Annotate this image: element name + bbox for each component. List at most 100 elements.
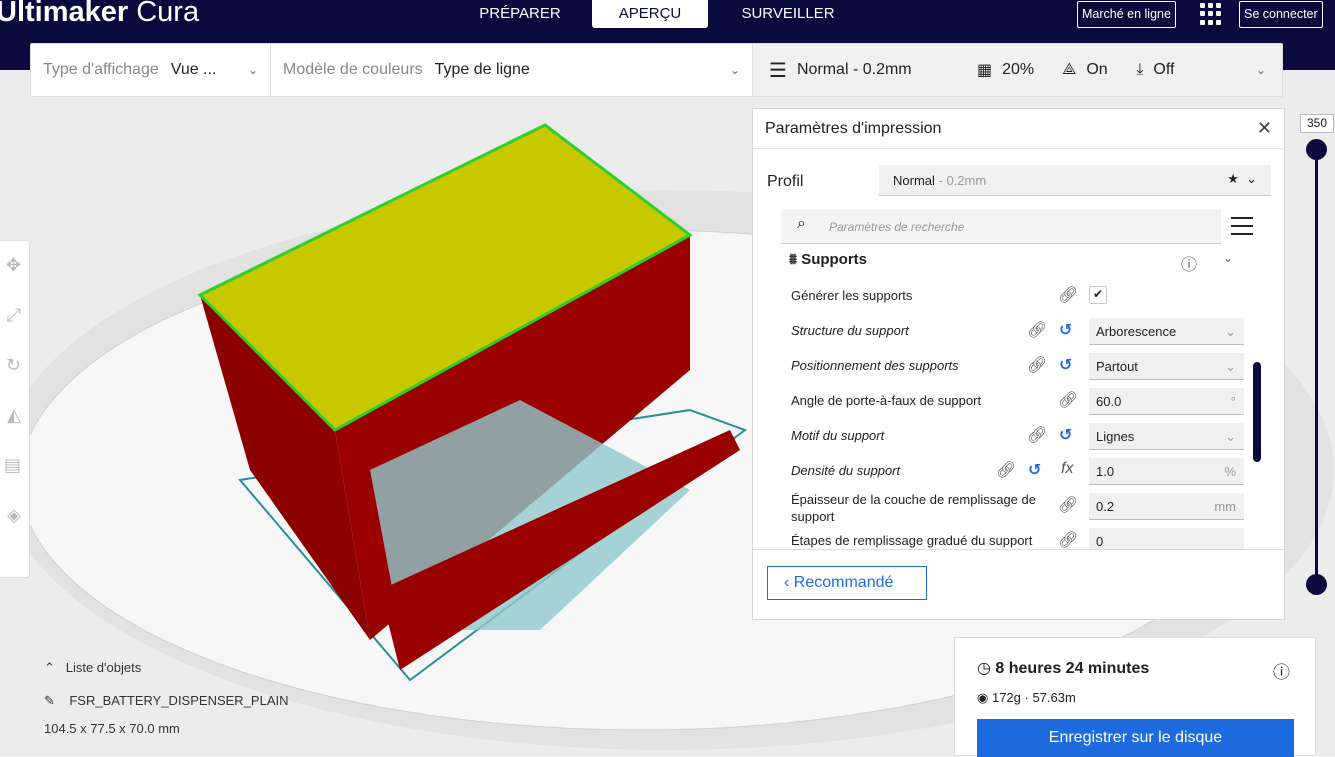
setting-value: 60.0 bbox=[1096, 394, 1122, 409]
setting-label: Épaisseur de la couche de remplissage de… bbox=[791, 492, 1036, 524]
chevron-down-icon: ⌄ bbox=[1225, 359, 1236, 374]
setting-input[interactable]: 1.0% bbox=[1089, 458, 1244, 485]
view-toolbar: Type d'affichage Vue ... ⌄ Modèle de coule… bbox=[30, 43, 1283, 97]
setting-value: 0 bbox=[1096, 534, 1104, 549]
spool-icon: ◉ bbox=[977, 690, 992, 705]
color-scheme-value: Type de ligne bbox=[434, 61, 530, 78]
setting-label: Structure du support bbox=[791, 323, 909, 338]
setting-label: Angle de porte-à-faux de support bbox=[791, 393, 982, 408]
setting-value: Partout bbox=[1096, 359, 1138, 374]
marketplace-button[interactable]: Marché en ligne bbox=[1077, 1, 1176, 28]
setting-unit: % bbox=[1224, 464, 1236, 479]
category-label: Supports bbox=[801, 251, 868, 268]
object-name: FSR_BATTERY_DISPENSER_PLAIN bbox=[69, 693, 289, 708]
support-blocker-icon[interactable]: ◈ bbox=[0, 491, 29, 541]
setting-dropdown[interactable]: Arborescence ⌄ bbox=[1089, 318, 1244, 345]
object-list-toggle[interactable]: ⌃ Liste d'objets bbox=[44, 660, 141, 676]
clock-icon: ◷ bbox=[977, 660, 996, 677]
apps-grid-icon[interactable] bbox=[1200, 3, 1222, 25]
profile-select[interactable]: Normal - 0.2mm ★ ⌄ bbox=[879, 165, 1271, 196]
close-icon[interactable]: ✕ bbox=[1257, 118, 1272, 139]
rotate-icon[interactable]: ↻ bbox=[0, 341, 29, 391]
setting-value: 1.0 bbox=[1096, 464, 1115, 479]
profile-label: Profil bbox=[767, 173, 804, 190]
chevron-down-icon: ⌄ bbox=[729, 63, 740, 77]
print-time: 8 heures 24 minutes bbox=[995, 660, 1150, 677]
reset-icon[interactable]: ↺ bbox=[1028, 460, 1041, 480]
recommended-button[interactable]: ‹ Recommandé bbox=[767, 566, 927, 600]
setting-value: Arborescence bbox=[1096, 324, 1177, 339]
view-type-select[interactable]: Type d'affichage Vue ... ⌄ bbox=[31, 44, 271, 96]
search-icon: ⌕ bbox=[797, 215, 806, 232]
chevron-down-icon[interactable]: ⌄ bbox=[1223, 251, 1233, 265]
checkbox[interactable]: ✔ bbox=[1089, 286, 1107, 304]
scale-icon[interactable]: ⤢ bbox=[0, 291, 29, 341]
support-icon: ⟁ bbox=[1062, 61, 1077, 78]
reset-icon[interactable]: ↺ bbox=[1059, 320, 1072, 340]
link-icon: 🔗︎ bbox=[1058, 497, 1079, 514]
setting-value: Lignes bbox=[1096, 429, 1135, 444]
link-icon: 🔗︎ bbox=[1058, 532, 1079, 549]
reset-icon[interactable]: ↺ bbox=[1059, 425, 1072, 445]
setting-row: Positionnement des supports 🔗︎ ↺ Partout ⌄ bbox=[791, 351, 1251, 381]
color-scheme-select[interactable]: Modèle de couleurs Type de ligne ⌄ bbox=[271, 44, 753, 96]
recommended-label: Recommandé bbox=[793, 574, 894, 591]
link-icon: 🔗︎ bbox=[1058, 287, 1079, 304]
setting-label: Motif du support bbox=[791, 428, 885, 443]
setting-unit: ° bbox=[1230, 394, 1236, 409]
sliders-icon: ☰ bbox=[769, 59, 787, 82]
search-placeholder: Paramètres de recherche bbox=[829, 220, 965, 234]
layer-slider-track[interactable] bbox=[1315, 150, 1318, 585]
app-logo: Ultimaker Cura bbox=[0, 0, 200, 28]
profile-name: Normal bbox=[893, 173, 935, 188]
sign-in-button[interactable]: Se connecter bbox=[1239, 1, 1323, 28]
object-dimensions: 104.5 x 77.5 x 70.0 mm bbox=[44, 721, 180, 736]
setting-dropdown[interactable]: Lignes ⌄ bbox=[1089, 423, 1244, 450]
link-icon: 🔗︎ bbox=[996, 462, 1017, 479]
link-icon: 🔗︎ bbox=[1027, 322, 1048, 339]
chevron-down-icon: ⌄ bbox=[247, 63, 258, 77]
link-icon: 🔗︎ bbox=[1027, 427, 1048, 444]
per-model-settings-icon[interactable]: ▤ bbox=[0, 441, 29, 491]
view-type-value: Vue ... bbox=[170, 61, 217, 78]
support-summary: On bbox=[1086, 61, 1108, 78]
settings-scrollbar[interactable] bbox=[1253, 362, 1261, 462]
support-category-icon: ⩩ bbox=[789, 251, 802, 268]
setting-row: Générer les supports 🔗︎ ✔ bbox=[791, 281, 1251, 311]
link-icon: 🔗︎ bbox=[1058, 392, 1079, 409]
reset-icon[interactable]: ↺ bbox=[1059, 355, 1072, 375]
setting-input[interactable]: 60.0 ° bbox=[1089, 388, 1244, 415]
chevron-left-icon: ‹ bbox=[784, 574, 794, 591]
left-toolbar: ✥ ⤢ ↻ ◭ ▤ ◈ bbox=[0, 240, 30, 578]
settings-list: ⩩ Supports ⓘ ⌄ Générer les supports 🔗︎ ✔ S… bbox=[753, 249, 1286, 549]
profile-summary: Normal - 0.2mm bbox=[796, 61, 912, 78]
info-icon[interactable]: ⓘ bbox=[1273, 658, 1290, 683]
tab-preview[interactable]: APERÇU bbox=[592, 0, 708, 28]
material-usage: 172g · 57.63m bbox=[991, 690, 1076, 705]
print-info-panel: ◷ 8 heures 24 minutes ⓘ ◉ 172g · 57.63m … bbox=[954, 637, 1316, 757]
layer-slider-bottom-handle[interactable] bbox=[1306, 574, 1327, 595]
object-name-row[interactable]: ✎ FSR_BATTERY_DISPENSER_PLAIN bbox=[44, 693, 289, 709]
setting-row: Angle de porte-à-faux de support 🔗︎ 60.0 ° bbox=[791, 386, 1251, 416]
move-icon[interactable]: ✥ bbox=[0, 241, 29, 291]
category-supports[interactable]: ⩩ Supports bbox=[789, 251, 867, 268]
setting-input[interactable]: 0.2 mm bbox=[1089, 493, 1244, 520]
save-to-disk-button[interactable]: Enregistrer sur le disque bbox=[977, 719, 1294, 757]
print-setup-summary[interactable]: ☰ Normal - 0.2mm ▦ 20% ⟁ On ⤓ Off ⌄ bbox=[753, 44, 1282, 96]
info-icon[interactable]: ⓘ bbox=[1181, 251, 1197, 275]
setting-row: Structure du support 🔗︎ ↺ Arborescence ⌄ bbox=[791, 316, 1251, 346]
tab-monitor[interactable]: SURVEILLER bbox=[728, 0, 848, 28]
object-list-title: Liste d'objets bbox=[65, 660, 142, 675]
mirror-icon[interactable]: ◭ bbox=[0, 391, 29, 441]
settings-search-input[interactable]: ⌕ Paramètres de recherche bbox=[781, 209, 1221, 244]
chevron-down-icon: ⌄ bbox=[1255, 63, 1266, 77]
layer-slider-top-handle[interactable] bbox=[1306, 139, 1327, 160]
settings-menu-icon[interactable] bbox=[1231, 217, 1253, 241]
setting-dropdown[interactable]: Partout ⌄ bbox=[1089, 353, 1244, 380]
tab-prepare[interactable]: PRÉPARER bbox=[466, 0, 574, 28]
setting-row: Densité du support 🔗︎ ↺ fx 1.0% bbox=[791, 456, 1251, 486]
setting-value: 0.2 bbox=[1096, 499, 1115, 514]
infill-summary: 20% bbox=[1002, 61, 1035, 78]
setting-input[interactable]: 0 bbox=[1089, 528, 1244, 549]
layer-slider-value: 350 bbox=[1300, 114, 1334, 133]
